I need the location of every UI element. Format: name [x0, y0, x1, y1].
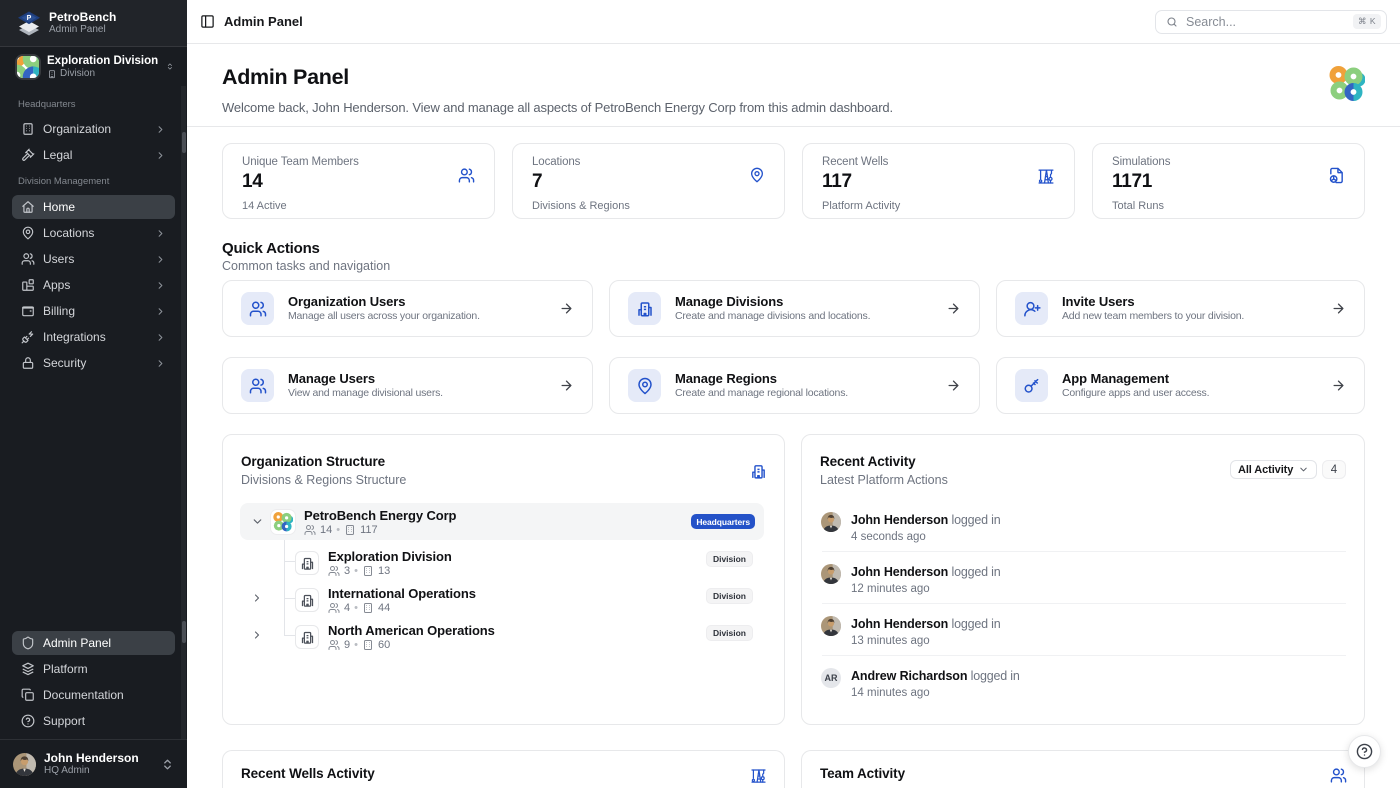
svg-text:P: P: [27, 15, 32, 22]
